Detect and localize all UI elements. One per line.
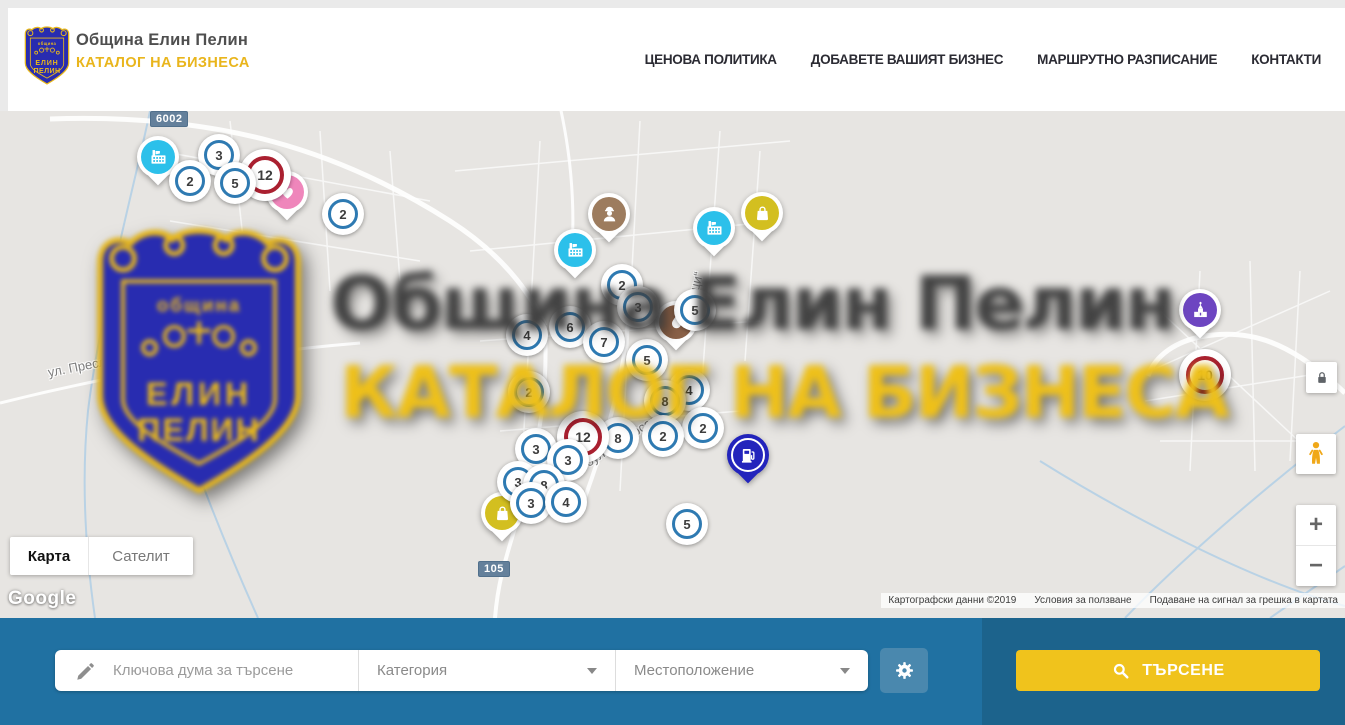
cluster-count: 5 — [680, 295, 710, 325]
search-fields-group: Категория Местоположение — [55, 650, 868, 691]
zoom-in-button[interactable]: + — [1296, 505, 1336, 545]
map-cluster-marker[interactable]: 2 — [682, 407, 724, 449]
header: община ЕЛИН ПЕЛИН Община Елин Пелин КАТА… — [0, 0, 1345, 112]
cluster-count: 2 — [648, 421, 678, 451]
cluster-count: 2 — [328, 199, 358, 229]
cluster-count: 5 — [632, 345, 662, 375]
map-cluster-marker[interactable]: 5 — [666, 503, 708, 545]
gear-icon — [893, 659, 916, 682]
map-cluster-marker[interactable]: 2 — [642, 415, 684, 457]
map-type-control: Карта Сателит — [10, 537, 193, 575]
map-pin-fuel[interactable] — [727, 434, 769, 490]
category-dropdown[interactable]: Категория — [358, 650, 615, 691]
nav-add-your-business[interactable]: ДОБАВЕТЕ ВАШИЯТ БИЗНЕС — [811, 52, 1003, 67]
site-title-municipality: Община Елин Пелин — [76, 30, 250, 51]
cluster-count: 6 — [555, 312, 585, 342]
map-cluster-marker[interactable]: 4 — [545, 481, 587, 523]
map-cluster-marker[interactable]: 3 — [617, 286, 659, 328]
page-top-edge — [0, 0, 1345, 8]
nav-route-schedule[interactable]: МАРШРУТНО РАЗПИСАНИЕ — [1037, 52, 1217, 67]
pin-body — [554, 229, 596, 271]
map-cluster-marker[interactable]: 10 — [1179, 349, 1231, 401]
factory-icon — [558, 233, 592, 267]
google-logo[interactable]: Google — [8, 588, 76, 610]
cluster-count: 4 — [512, 320, 542, 350]
pin-body — [1179, 289, 1221, 331]
zoom-control: + − — [1296, 505, 1336, 586]
cluster-count: 2 — [688, 413, 718, 443]
fuel-icon — [731, 438, 765, 472]
map-pin-bag[interactable] — [741, 192, 783, 248]
chevron-down-icon — [840, 668, 850, 674]
pin-body — [741, 192, 783, 234]
site-title-catalog: КАТАЛОГ НА БИЗНЕСА — [76, 54, 250, 72]
chevron-down-icon — [587, 668, 597, 674]
factory-icon — [697, 211, 731, 245]
svg-text:ЕЛИН: ЕЛИН — [35, 59, 58, 67]
site-title[interactable]: Община Елин Пелин КАТАЛОГ НА БИЗНЕСА — [76, 30, 250, 72]
pencil-icon — [75, 660, 97, 682]
business-catalog-page: община ЕЛИН ПЕЛИН Община Елин Пелин КАТА… — [0, 0, 1345, 725]
map-pin-church[interactable] — [1179, 289, 1221, 345]
map-attribution: Картографски данни ©2019 Условия за полз… — [881, 593, 1345, 608]
nav-pricing-policy[interactable]: ЦЕНОВА ПОЛИТИКА — [645, 52, 777, 67]
search-submit-label: ТЪРСЕНЕ — [1142, 662, 1225, 680]
attribution-terms-link[interactable]: Условия за ползване — [1034, 595, 1131, 606]
location-dropdown-label: Местоположение — [634, 662, 754, 679]
cluster-count: 10 — [1186, 356, 1224, 394]
map-cluster-marker[interactable]: 2 — [322, 193, 364, 235]
satellite-view-button[interactable]: Сателит — [89, 537, 193, 575]
shield-icon: община ЕЛИН ПЕЛИН — [22, 24, 72, 88]
map-cluster-marker[interactable]: 4 — [506, 314, 548, 356]
keyword-field — [55, 650, 358, 691]
worker-icon — [592, 197, 626, 231]
cluster-count: 2 — [175, 166, 205, 196]
pin-body — [727, 434, 769, 476]
map-pin-factory[interactable] — [554, 229, 596, 285]
page-left-edge — [0, 0, 8, 111]
cluster-count: 3 — [623, 292, 653, 322]
map-cluster-marker[interactable]: 2 — [169, 160, 211, 202]
main-nav: ЦЕНОВА ПОЛИТИКА ДОБАВЕТЕ ВАШИЯТ БИЗНЕС М… — [645, 8, 1321, 111]
map-markers-layer: 312252235647510428228123338345 — [0, 111, 1345, 618]
zoom-out-button[interactable]: − — [1296, 545, 1336, 586]
attribution-report-error-link[interactable]: Подаване на сигнал за грешка в картата — [1150, 595, 1338, 606]
svg-text:община: община — [38, 41, 57, 46]
map-cluster-marker[interactable]: 5 — [626, 339, 668, 381]
factory-icon — [141, 140, 175, 174]
cluster-count: 3 — [516, 488, 546, 518]
search-bar: Категория Местоположение — [0, 618, 1345, 725]
lock-control-button[interactable] — [1306, 362, 1337, 393]
search-icon — [1111, 661, 1131, 681]
map-pin-factory[interactable] — [693, 207, 735, 263]
search-submit-button[interactable]: ТЪРСЕНЕ — [1016, 650, 1320, 691]
advanced-search-settings-button[interactable] — [880, 648, 928, 693]
map-view-button[interactable]: Карта — [10, 537, 89, 575]
bag-icon — [745, 196, 779, 230]
google-map[interactable]: 6002105ул. Преславбул. „Новоселци“ци“ — [0, 111, 1345, 618]
nav-contacts[interactable]: КОНТАКТИ — [1251, 52, 1321, 67]
location-dropdown[interactable]: Местоположение — [615, 650, 868, 691]
padlock-icon — [1313, 369, 1331, 387]
cluster-count: 5 — [220, 168, 250, 198]
category-dropdown-label: Категория — [377, 662, 447, 679]
cluster-count: 4 — [551, 487, 581, 517]
map-cluster-marker[interactable]: 5 — [214, 162, 256, 204]
map-cluster-marker[interactable]: 7 — [583, 321, 625, 363]
pin-body — [693, 207, 735, 249]
church-icon — [1183, 293, 1217, 327]
cluster-count: 7 — [589, 327, 619, 357]
cluster-count: 5 — [672, 509, 702, 539]
pegman-icon — [1303, 439, 1329, 469]
keyword-search-input[interactable] — [111, 661, 358, 680]
cluster-count: 8 — [650, 386, 680, 416]
cluster-count: 2 — [514, 377, 544, 407]
svg-text:ПЕЛИН: ПЕЛИН — [33, 67, 60, 75]
map-cluster-marker[interactable]: 2 — [508, 371, 550, 413]
municipality-coat-of-arms-logo[interactable]: община ЕЛИН ПЕЛИН — [22, 24, 72, 88]
map-cluster-marker[interactable]: 5 — [674, 289, 716, 331]
attribution-copyright: Картографски данни ©2019 — [888, 595, 1016, 606]
street-view-pegman-button[interactable] — [1296, 434, 1336, 474]
